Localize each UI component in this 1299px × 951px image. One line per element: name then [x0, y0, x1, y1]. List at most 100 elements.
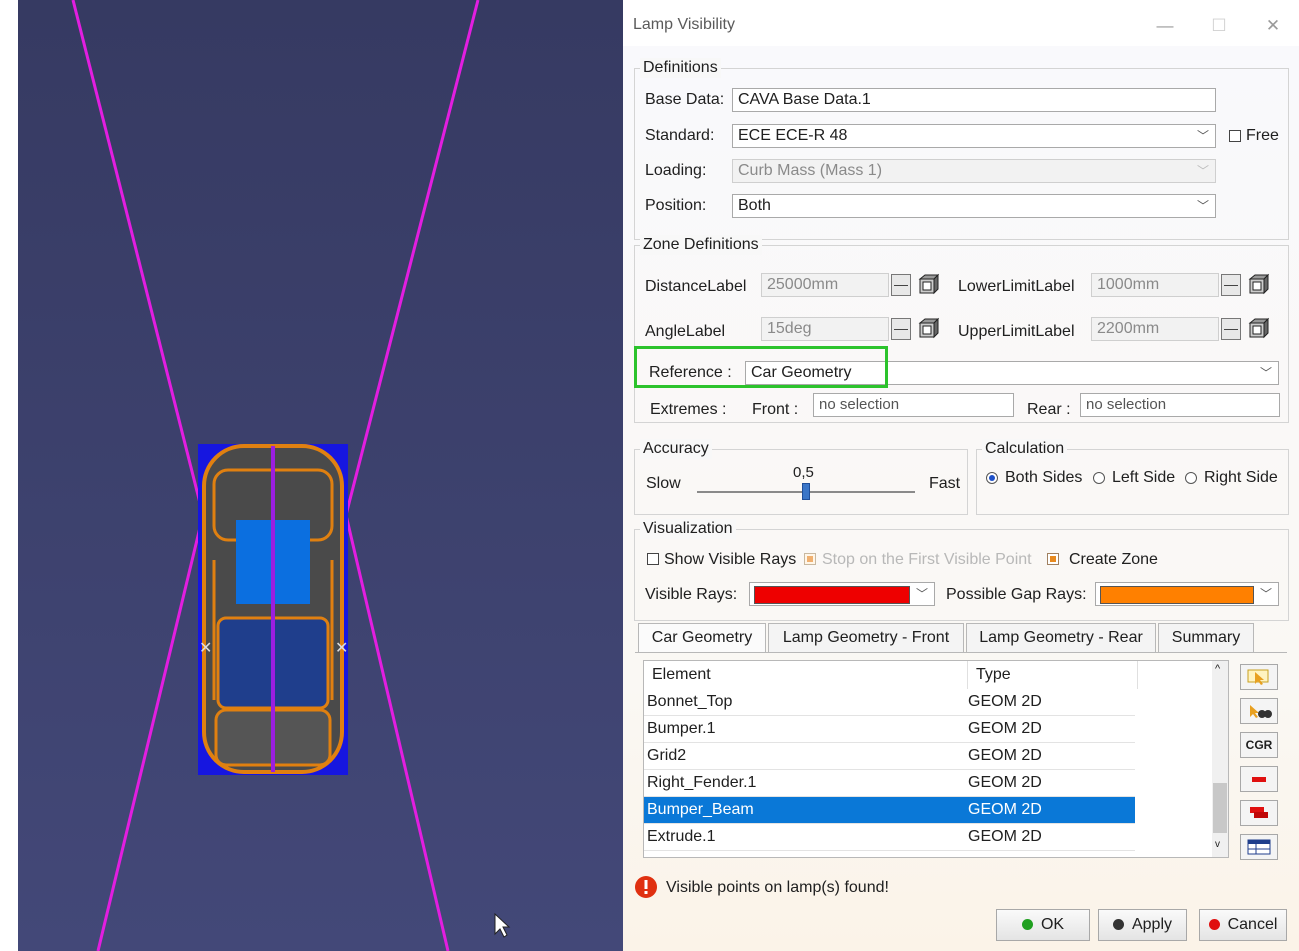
tab-lamp-geometry-front[interactable]: Lamp Geometry - Front — [768, 623, 964, 653]
cell-element: Extrude.1 — [647, 828, 716, 845]
ray-line — [96, 514, 205, 951]
cell-type: GEOM 2D — [968, 801, 1042, 818]
accuracy-slider-thumb[interactable] — [802, 483, 810, 500]
dialog-title: Lamp Visibility — [633, 16, 735, 33]
cancel-label: Cancel — [1227, 916, 1278, 933]
status-message: Visible points on lamp(s) found! — [666, 879, 889, 896]
lower-limit-spinner[interactable] — [1221, 274, 1241, 296]
table-row[interactable]: Bonnet_Top GEOM 2D — [644, 689, 1135, 716]
distance-spinner[interactable] — [891, 274, 911, 296]
tab-summary[interactable]: Summary — [1158, 623, 1254, 653]
table-row[interactable]: Bumper.1 GEOM 2D — [644, 716, 1135, 743]
front-label: Front : — [752, 401, 799, 418]
distance-field[interactable]: 25000mm — [761, 273, 889, 297]
visible-rays-color-select[interactable]: ﹀ — [749, 582, 935, 606]
mouse-cursor-icon — [494, 912, 511, 938]
remove-all-button[interactable] — [1240, 800, 1278, 826]
loading-value: Curb Mass (Mass 1) — [738, 162, 883, 179]
angle-field[interactable]: 15deg — [761, 317, 889, 341]
base-data-field[interactable]: CAVA Base Data.1 — [732, 88, 1216, 112]
tab-divider — [635, 652, 1287, 653]
ok-icon — [1021, 919, 1033, 930]
cancel-button[interactable]: Cancel — [1199, 909, 1287, 941]
table-scrollbar[interactable]: ^ v — [1212, 661, 1228, 857]
definitions-legend: Definitions — [640, 58, 721, 78]
slow-label: Slow — [646, 475, 681, 492]
car-model[interactable]: ✕ ✕ — [198, 444, 348, 775]
warning-icon — [635, 876, 657, 898]
angle-spinner[interactable] — [891, 318, 911, 340]
ok-button[interactable]: OK — [996, 909, 1090, 941]
table-view-button[interactable] — [1240, 834, 1278, 860]
front-extreme-field[interactable]: no selection — [813, 393, 1014, 417]
ray-line — [71, 0, 205, 516]
apply-icon — [1112, 919, 1124, 930]
apply-button[interactable]: Apply — [1098, 909, 1187, 941]
table-row[interactable]: Grid2 GEOM 2D — [644, 743, 1135, 770]
table-row[interactable]: Extrude.1 GEOM 2D — [644, 824, 1135, 851]
table-row-selected[interactable]: Bumper_Beam GEOM 2D — [644, 797, 1135, 824]
search-element-button[interactable] — [1240, 698, 1278, 724]
cancel-icon — [1208, 919, 1220, 930]
rear-label: Rear : — [1027, 401, 1071, 418]
free-checkbox[interactable] — [1229, 130, 1241, 142]
accuracy-value: 0,5 — [793, 464, 814, 481]
cell-type: GEOM 2D — [968, 747, 1042, 764]
stop-first-checkbox — [804, 553, 816, 565]
radio-left-side[interactable] — [1093, 472, 1105, 484]
position-select[interactable]: Both ﹀ — [732, 194, 1216, 218]
lower-limit-field[interactable]: 1000mm — [1091, 273, 1219, 297]
fast-label: Fast — [929, 475, 961, 492]
formula-icon[interactable] — [1247, 273, 1269, 295]
cell-element: Bonnet_Top — [647, 693, 733, 710]
distance-label: DistanceLabel — [645, 278, 747, 295]
formula-icon[interactable] — [917, 273, 939, 295]
upper-limit-label: UpperLimitLabel — [958, 323, 1075, 340]
upper-limit-field[interactable]: 2200mm — [1091, 317, 1219, 341]
reference-highlight — [634, 346, 888, 388]
minimize-icon[interactable]: — — [1145, 12, 1185, 40]
tab-lamp-geometry-rear[interactable]: Lamp Geometry - Rear — [966, 623, 1156, 653]
loading-select: Curb Mass (Mass 1) ﹀ — [732, 159, 1216, 183]
cgr-button[interactable]: CGR — [1240, 732, 1278, 758]
show-visible-rays-checkbox[interactable] — [647, 553, 659, 565]
checkbox-mark — [1050, 556, 1056, 562]
standard-label: Standard: — [645, 127, 715, 144]
gap-rays-color-select[interactable]: ﹀ — [1095, 582, 1279, 606]
scrollbar-thumb[interactable] — [1213, 783, 1227, 833]
3d-viewport[interactable]: ✕ ✕ — [18, 0, 623, 951]
tab-car-geometry[interactable]: Car Geometry — [638, 623, 766, 653]
angle-label: AngleLabel — [645, 323, 726, 340]
formula-icon[interactable] — [917, 317, 939, 339]
calculation-legend: Calculation — [982, 439, 1068, 459]
select-element-button[interactable] — [1240, 664, 1278, 690]
visualization-legend: Visualization — [640, 519, 736, 539]
calculation-group: Calculation Both Sides Left Side Right S… — [976, 439, 1289, 515]
show-visible-rays-label: Show Visible Rays — [664, 551, 797, 568]
visualization-group: Visualization Show Visible Rays Stop on … — [634, 519, 1289, 621]
standard-select[interactable]: ECE ECE-R 48 ﹀ — [732, 124, 1216, 148]
table-row[interactable]: Right_Fender.1 GEOM 2D — [644, 770, 1135, 797]
rear-extreme-field[interactable]: no selection — [1080, 393, 1280, 417]
column-header-element[interactable]: Element — [644, 661, 968, 689]
dialog-body: Definitions Base Data: CAVA Base Data.1 … — [623, 46, 1299, 951]
chevron-down-icon: ﹀ — [1196, 164, 1209, 178]
scroll-down-icon[interactable]: v — [1215, 839, 1220, 850]
scroll-up-icon[interactable]: ^ — [1215, 663, 1220, 675]
lamp-visibility-dialog: Lamp Visibility — ☐ ✕ Definitions Base D… — [623, 6, 1299, 951]
maximize-icon: ☐ — [1211, 16, 1227, 35]
radio-both-sides[interactable] — [986, 472, 998, 484]
title-bar: Lamp Visibility — ☐ ✕ — [623, 6, 1299, 46]
cell-type: GEOM 2D — [968, 720, 1042, 737]
loading-label: Loading: — [645, 162, 707, 179]
radio-both-sides-label: Both Sides — [1005, 469, 1083, 486]
select-icon — [1247, 669, 1269, 685]
accuracy-group: Accuracy Slow 0,5 Fast — [634, 439, 968, 515]
remove-element-button[interactable] — [1240, 766, 1278, 792]
formula-icon[interactable] — [1247, 317, 1269, 339]
create-zone-checkbox[interactable] — [1047, 553, 1059, 565]
radio-right-side[interactable] — [1185, 472, 1197, 484]
column-header-type[interactable]: Type — [968, 661, 1138, 689]
upper-limit-spinner[interactable] — [1221, 318, 1241, 340]
close-icon[interactable]: ✕ — [1253, 12, 1293, 40]
